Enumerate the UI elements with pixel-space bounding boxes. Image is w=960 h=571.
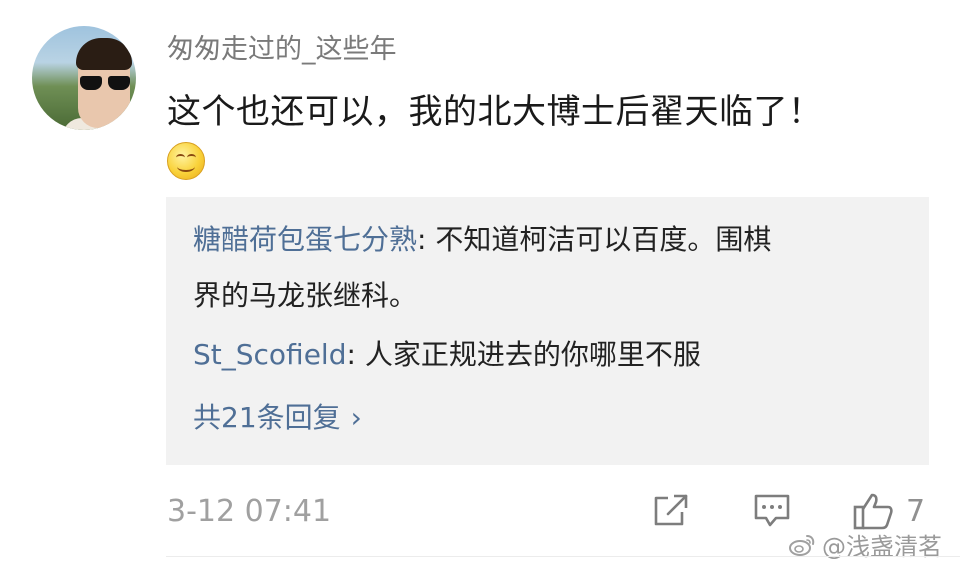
reply-username[interactable]: 糖醋荷包蛋七分熟: [193, 223, 417, 256]
view-all-replies-link[interactable]: 共21条回复 ›: [193, 396, 362, 436]
like-count: 7: [906, 494, 926, 529]
reply-separator: :: [346, 338, 365, 371]
avatar-sunglasses: [80, 76, 130, 90]
reply-item: 糖醋荷包蛋七分熟: 不知道柯洁可以百度。围棋: [193, 220, 771, 260]
comment-username[interactable]: 匆匆走过的_这些年: [167, 27, 397, 66]
reply-separator: :: [417, 223, 436, 256]
divider: [166, 556, 960, 557]
thumbs-up-icon[interactable]: [852, 490, 896, 532]
share-icon[interactable]: [652, 490, 692, 530]
comment-text: 这个也还可以，我的北大博士后翟天临了！: [167, 92, 823, 132]
comment-icon[interactable]: [752, 490, 792, 530]
chevron-right-icon: ›: [350, 401, 362, 434]
avatar-hair: [76, 38, 132, 70]
reply-text: 不知道柯洁可以百度。围棋: [435, 223, 772, 256]
avatar[interactable]: [32, 26, 136, 130]
reply-item: St_Scofield: 人家正规进去的你哪里不服: [193, 335, 701, 375]
reply-text-continuation: 界的马龙张继科。: [193, 279, 418, 312]
comment-timestamp: 3-12 07:41: [167, 494, 332, 529]
replies-box[interactable]: 糖醋荷包蛋七分熟: 不知道柯洁可以百度。围棋 界的马龙张继科。 St_Scofi…: [166, 197, 929, 465]
smile-emoji-icon: [167, 142, 205, 180]
view-all-replies-label: 共21条回复: [193, 401, 341, 434]
weibo-icon: [789, 534, 815, 556]
reply-text: 人家正规进去的你哪里不服: [364, 338, 701, 371]
reply-username[interactable]: St_Scofield: [193, 338, 346, 371]
